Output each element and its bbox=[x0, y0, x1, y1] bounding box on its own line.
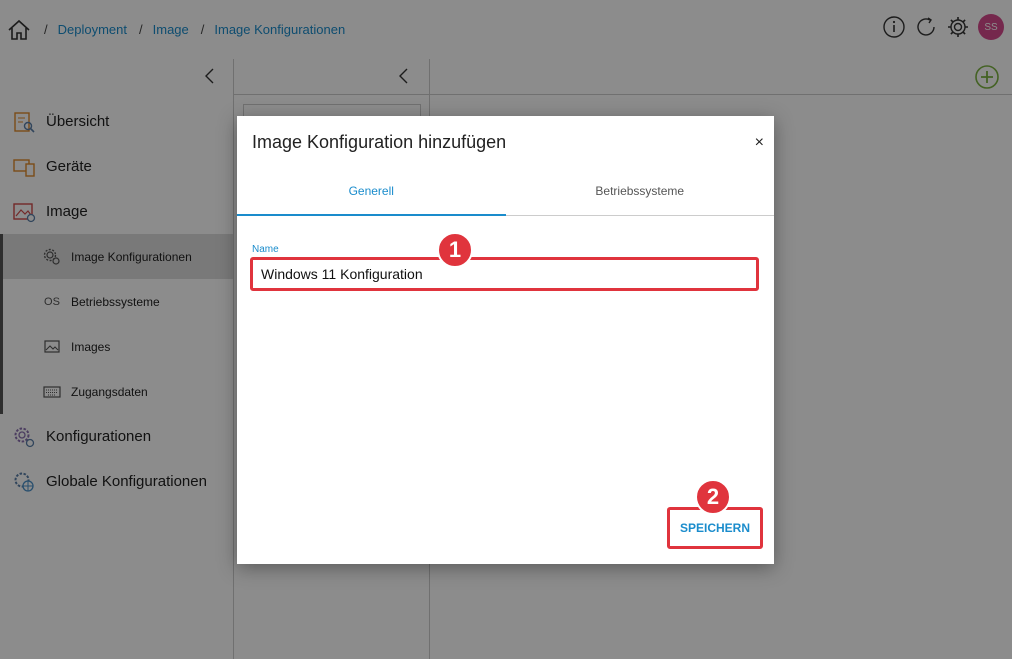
dialog-title: Image Konfiguration hinzufügen bbox=[252, 132, 507, 152]
step-badge-1: 1 bbox=[437, 232, 473, 268]
add-image-config-dialog: Image Konfiguration hinzufügen × Generel… bbox=[237, 116, 774, 564]
step-badge-2: 2 bbox=[695, 479, 731, 515]
tab-betriebssysteme[interactable]: Betriebssysteme bbox=[506, 166, 775, 215]
close-icon[interactable]: × bbox=[755, 134, 764, 152]
tab-generell[interactable]: Generell bbox=[237, 166, 506, 216]
name-input[interactable]: Windows 11 Konfiguration bbox=[250, 257, 759, 291]
name-field-label: Name bbox=[252, 244, 279, 255]
dialog-header: Image Konfiguration hinzufügen × bbox=[237, 116, 774, 166]
dialog-tabs: Generell Betriebssysteme bbox=[237, 166, 774, 216]
